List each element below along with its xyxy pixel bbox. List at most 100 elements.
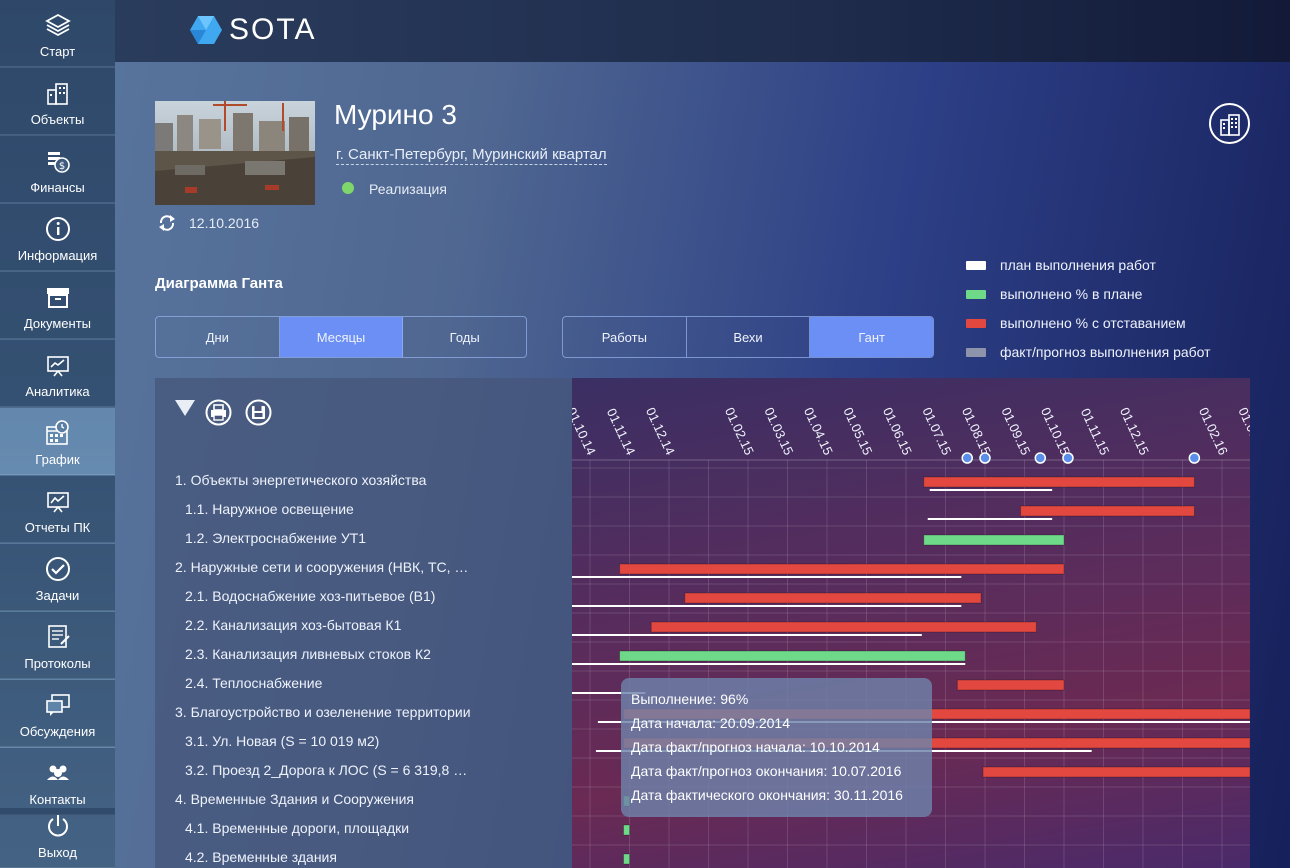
legend-swatch (966, 318, 986, 328)
task-row[interactable]: 3. Благоустройство и озеленение территор… (175, 704, 471, 720)
milestone-marker (979, 452, 991, 464)
sidebar-item-label: Протоколы (24, 656, 91, 671)
plan-bar (929, 489, 1053, 491)
tooltip-line: Дата факт/прогноз начала: 10.10.2014 (631, 739, 880, 755)
refresh-icon[interactable] (158, 214, 176, 232)
view-tab-2[interactable]: Гант (810, 317, 933, 357)
sidebar-item-label: График (35, 452, 80, 467)
report-board-icon (46, 492, 69, 513)
plan-bar (572, 663, 966, 665)
sidebar-item-check-circle[interactable]: Задачи (0, 544, 115, 611)
sidebar-item-archive[interactable]: Документы (0, 272, 115, 339)
task-row[interactable]: 2.3. Канализация ливневых стоков К2 (185, 646, 431, 662)
ontrack-progress-bar (623, 853, 631, 865)
timeline-tick-label: 01.08.15 (959, 405, 994, 457)
plan-bar (572, 634, 922, 636)
sidebar-item-report-board[interactable]: Отчеты ПК (0, 476, 115, 543)
task-row[interactable]: 4.1. Временные дороги, площадки (185, 820, 409, 836)
money-icon: $ (47, 152, 70, 173)
print-icon[interactable] (205, 399, 232, 426)
calendar-clock-icon (45, 420, 69, 445)
timeline-tick-label: 01.12.15 (1117, 405, 1152, 457)
legend-item: выполнено % в плане (966, 286, 1142, 302)
task-row[interactable]: 2.2. Канализация хоз-бытовая К1 (185, 617, 401, 633)
tooltip-line: Дата факт/прогноз окончания: 10.07.2016 (631, 763, 902, 779)
svg-text:$: $ (58, 161, 64, 172)
timeline-tick-label: 01.10.14 (572, 405, 599, 457)
sidebar-item-label: Информация (17, 248, 98, 263)
task-row[interactable]: 1.2. Электроснабжение УТ1 (185, 530, 366, 546)
legend-swatch (966, 347, 986, 357)
late-progress-bar (923, 476, 1195, 488)
task-row[interactable]: 2.4. Теплоснабжение (185, 675, 322, 691)
chart-board-icon (46, 356, 69, 377)
task-row[interactable]: 1.1. Наружное освещение (185, 501, 354, 517)
sidebar-item-money[interactable]: $ Финансы (0, 136, 115, 203)
sidebar-item-label: Документы (23, 316, 91, 331)
status-dot (342, 182, 354, 194)
top-bar: SOTA (115, 0, 1290, 62)
gantt-tooltip: Выполнение: 96% Дата начала: 20.09.2014 Да… (621, 678, 932, 817)
task-row[interactable]: 3.2. Проезд 2_Дорога к ЛОС (S = 6 319,8 … (185, 762, 467, 778)
sidebar-item-layers[interactable]: Старт (0, 0, 115, 67)
sidebar-item-protocol[interactable]: Протоколы (0, 612, 115, 679)
scale-tab-2[interactable]: Годы (403, 317, 526, 357)
legend-item: факт/прогноз выполнения работ (966, 344, 1211, 360)
sidebar-item-info[interactable]: Информация (0, 204, 115, 271)
sidebar-item-chat[interactable]: Обсуждения (0, 680, 115, 747)
sidebar-item-label: Обсуждения (19, 724, 96, 739)
scale-tab-0[interactable]: Дни (156, 317, 280, 357)
milestone-marker (1188, 452, 1201, 464)
plan-bar (927, 518, 1053, 520)
legend-label: выполнено % с отставанием (1000, 315, 1186, 331)
sidebar-item-building[interactable]: Объекты (0, 68, 115, 135)
ontrack-progress-bar (619, 650, 966, 662)
sidebar-item-contacts[interactable]: Контакты (0, 748, 115, 815)
legend-swatch (966, 289, 986, 299)
task-row[interactable]: 4.2. Временные здания (185, 849, 337, 865)
scale-tab-1[interactable]: Месяцы (279, 317, 404, 357)
sidebar-item-label: Финансы (30, 180, 85, 195)
sidebar-item-chart-board[interactable]: Аналитика (0, 340, 115, 407)
timeline-tick-label: 01.04.15 (801, 405, 836, 457)
hexagon-logo-icon (190, 16, 222, 44)
tooltip-line: Дата фактического окончания: 30.11.2016 (631, 787, 903, 803)
project-address-link[interactable]: г. Санкт-Петербург, Муринский квартал (336, 146, 607, 165)
save-icon[interactable] (245, 399, 272, 426)
building-icon (46, 83, 68, 105)
building-icon (1219, 113, 1240, 136)
sidebar-item-label: Аналитика (25, 384, 90, 399)
timeline-tick-label: 01.02.16 (1196, 405, 1231, 457)
timeline-tick-label: 01.12.14 (643, 405, 678, 457)
sidebar-item-label: Выход (38, 845, 77, 860)
project-photo (155, 101, 315, 205)
task-row[interactable]: 3.1. Ул. Новая (S = 10 019 м2) (185, 733, 379, 749)
legend-item: план выполнения работ (966, 257, 1156, 273)
task-row[interactable]: 2. Наружные сети и сооружения (НВК, ТС, … (175, 559, 468, 575)
timeline-tick-label: 01.02.15 (722, 405, 757, 457)
late-progress-bar (684, 592, 982, 604)
view-tab-1[interactable]: Вехи (687, 317, 811, 357)
sidebar-item-calendar-clock[interactable]: График (0, 408, 115, 475)
sidebar-item-label: Контакты (29, 792, 86, 807)
sidebar-item-power[interactable]: Выход (0, 808, 115, 868)
collapse-triangle-icon[interactable] (175, 400, 195, 416)
task-row[interactable]: 4. Временные Здания и Сооружения (175, 791, 414, 807)
view-tab-0[interactable]: Работы (563, 317, 687, 357)
sota-logo[interactable]: SOTA (189, 13, 316, 47)
task-row[interactable]: 1. Объекты энергетического хозяйства (175, 472, 426, 488)
logo-text: SOTA (229, 13, 317, 46)
tooltip-line: Выполнение: 96% (631, 691, 749, 707)
gantt-heading: Диаграмма Ганта (155, 275, 283, 292)
building-button[interactable] (1209, 103, 1250, 144)
ontrack-progress-bar (923, 534, 1065, 546)
sidebar: Старт Объекты $ Финансы Информация Документы А… (0, 0, 115, 868)
archive-icon (46, 288, 69, 308)
timeline-tick-label: 01.10.15 (1038, 405, 1073, 457)
timeline-tick-label: 01.07.15 (919, 405, 954, 457)
timeline-tick-label: 01.05.15 (840, 405, 875, 457)
status-label: Реализация (369, 181, 447, 197)
task-row[interactable]: 2.1. Водоснабжение хоз-питьевое (В1) (185, 588, 435, 604)
legend-item: выполнено % с отставанием (966, 315, 1186, 331)
late-progress-bar (1020, 505, 1195, 517)
